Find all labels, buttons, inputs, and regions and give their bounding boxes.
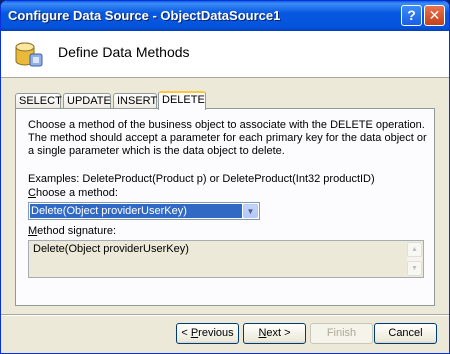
tab-insert[interactable]: INSERT xyxy=(113,93,157,109)
choose-method-label-rest: hoose a method: xyxy=(35,187,118,199)
footer-divider xyxy=(1,314,449,316)
help-button[interactable]: ? xyxy=(401,5,422,26)
cancel-button[interactable]: Cancel xyxy=(374,323,437,344)
previous-button[interactable]: < Previous xyxy=(176,323,239,344)
choose-method-label: Choose a method: xyxy=(28,187,118,199)
scroll-up-icon[interactable]: ▲ xyxy=(407,242,422,257)
next-button[interactable]: Next > xyxy=(243,323,306,344)
method-dropdown[interactable]: Delete(Object providerUserKey) ▼ xyxy=(28,202,260,220)
method-signature-label: Method signature: xyxy=(28,225,117,237)
next-button-rest: ext > xyxy=(266,327,291,339)
wizard-header: Define Data Methods xyxy=(1,31,449,78)
method-signature-value: Delete(Object providerUserKey) xyxy=(33,243,189,255)
page-title: Define Data Methods xyxy=(58,44,190,60)
tab-delete[interactable]: DELETE xyxy=(158,91,206,110)
finish-button[interactable]: Finish xyxy=(310,323,373,344)
method-signature-box[interactable]: Delete(Object providerUserKey) ▲ ▼ xyxy=(28,240,424,278)
method-examples: Examples: DeleteProduct(Product p) or De… xyxy=(28,173,375,185)
previous-button-rest: revious xyxy=(198,327,234,339)
tab-select[interactable]: SELECT xyxy=(15,93,62,109)
method-description: Choose a method of the business object t… xyxy=(28,119,427,157)
chevron-down-icon[interactable]: ▼ xyxy=(243,204,258,218)
window-title: Configure Data Source - ObjectDataSource… xyxy=(8,8,281,23)
method-signature-label-rest: ethod signature: xyxy=(37,225,117,237)
close-button[interactable]: ✕ xyxy=(424,5,445,26)
tab-update[interactable]: UPDATE xyxy=(63,93,111,109)
scroll-down-icon[interactable]: ▼ xyxy=(407,261,422,276)
configure-data-source-dialog: Configure Data Source - ObjectDataSource… xyxy=(0,0,450,354)
signature-scrollbar[interactable]: ▲ ▼ xyxy=(407,242,422,276)
delete-tab-panel: Choose a method of the business object t… xyxy=(15,108,435,306)
method-dropdown-value: Delete(Object providerUserKey) xyxy=(30,204,242,218)
database-icon xyxy=(15,42,43,67)
title-bar[interactable]: Configure Data Source - ObjectDataSource… xyxy=(1,1,449,31)
